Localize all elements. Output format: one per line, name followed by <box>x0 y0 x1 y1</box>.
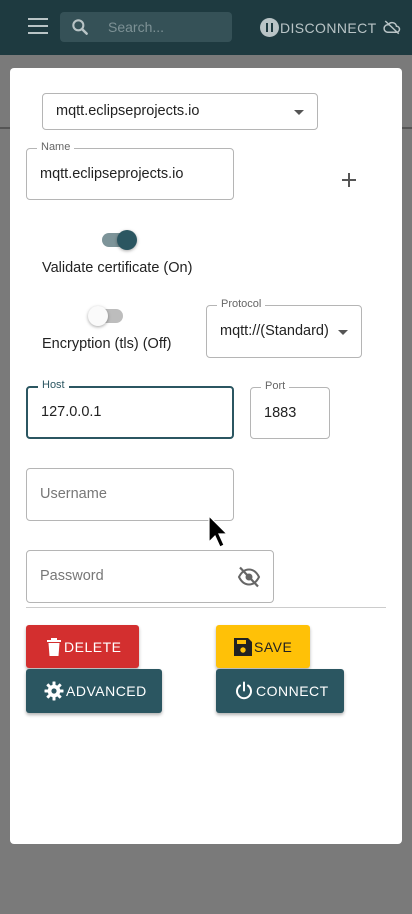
menu-icon[interactable] <box>28 18 48 34</box>
name-field-value: mqtt.eclipseprojects.io <box>40 166 184 182</box>
search-placeholder: Search... <box>108 19 165 35</box>
validate-certificate-label: Validate certificate (On) <box>42 260 193 276</box>
switch-thumb <box>88 306 108 326</box>
pause-icon[interactable] <box>260 18 279 37</box>
password-field[interactable]: Password <box>26 550 274 603</box>
encryption-label: Encryption (tls) (Off) <box>42 336 172 352</box>
advanced-button[interactable]: ADVANCED <box>26 669 162 713</box>
connection-dialog: mqtt.eclipseprojects.io Name mqtt.eclips… <box>10 68 402 844</box>
delete-button[interactable]: DELETE <box>26 625 139 668</box>
protocol-select[interactable]: Protocol mqtt://(Standard) <box>206 298 362 358</box>
protocol-value: mqtt://(Standard) <box>220 323 329 339</box>
connection-select-value: mqtt.eclipseprojects.io <box>56 103 200 119</box>
switch-thumb <box>117 230 137 250</box>
divider <box>26 607 386 608</box>
port-field[interactable]: Port 1883 <box>250 380 330 439</box>
validate-certificate-switch[interactable] <box>101 230 137 250</box>
username-placeholder: Username <box>40 486 107 502</box>
connect-button[interactable]: CONNECT <box>216 669 344 713</box>
background-divider-right <box>402 127 412 129</box>
password-placeholder: Password <box>40 568 104 584</box>
visibility-off-icon[interactable] <box>237 566 261 588</box>
save-label: SAVE <box>254 638 293 655</box>
chevron-down-icon <box>338 330 348 335</box>
cursor-icon <box>208 515 229 548</box>
port-field-label: Port <box>261 380 290 392</box>
name-field[interactable]: Name mqtt.eclipseprojects.io <box>26 141 234 200</box>
background-divider-left <box>0 127 10 129</box>
search-icon <box>72 19 88 35</box>
protocol-label: Protocol <box>217 298 266 310</box>
connection-select[interactable]: mqtt.eclipseprojects.io <box>42 93 318 130</box>
username-field[interactable]: Username <box>26 468 234 521</box>
save-icon <box>234 637 252 656</box>
disconnect-button[interactable]: DISCONNECT <box>280 20 377 36</box>
port-field-value: 1883 <box>264 405 297 421</box>
host-field-value: 127.0.0.1 <box>41 404 102 420</box>
connect-label: CONNECT <box>256 683 329 699</box>
delete-label: DELETE <box>64 638 122 655</box>
app-bar: Search... DISCONNECT <box>0 0 412 55</box>
advanced-label: ADVANCED <box>66 683 147 699</box>
search-input[interactable]: Search... <box>60 12 232 42</box>
chevron-down-icon <box>294 110 304 115</box>
cloud-off-icon <box>383 20 401 35</box>
delete-icon <box>47 637 61 656</box>
add-connection-icon[interactable] <box>339 170 359 190</box>
save-button[interactable]: SAVE <box>216 625 310 668</box>
host-field-label: Host <box>38 379 69 391</box>
host-field[interactable]: Host 127.0.0.1 <box>26 379 234 439</box>
encryption-switch[interactable] <box>88 306 124 326</box>
power-icon <box>236 681 252 700</box>
name-field-label: Name <box>37 141 75 153</box>
settings-icon <box>44 681 64 701</box>
